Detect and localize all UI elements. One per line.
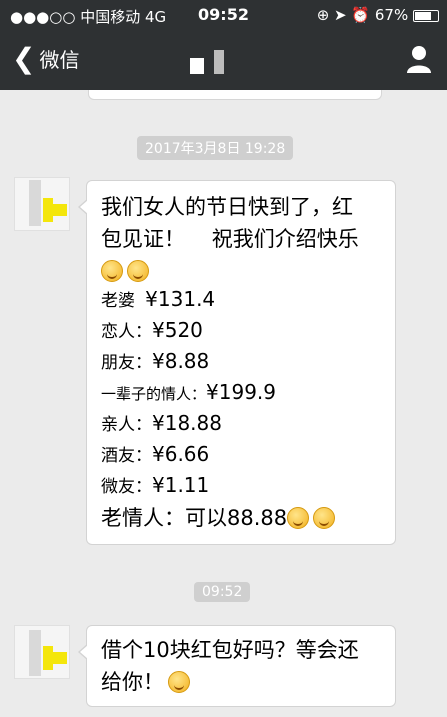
chevron-left-icon: ❮ <box>12 41 36 75</box>
list-item: 亲人： ¥18.88 <box>101 411 222 435</box>
list-item: 恋人： ¥520 <box>101 318 203 342</box>
previous-message-bubble <box>88 90 382 100</box>
chat-title-redacted <box>190 50 224 79</box>
grin-emoji-icon <box>287 507 310 529</box>
location-icon: ➤ <box>334 6 347 24</box>
smile-emoji-icon <box>101 259 123 282</box>
list-item: 一辈子的情人： ¥199.9 <box>101 380 276 404</box>
closing-line: 老情人：可以88.88 <box>101 502 381 534</box>
alarm-icon: ⏰ <box>351 6 371 24</box>
message-text-line: 借个10块红包好吗？等会还 <box>101 638 359 662</box>
avatar[interactable] <box>14 625 70 679</box>
smile-emoji-icon <box>127 259 149 282</box>
status-right: ⊕ ➤ ⏰ 67% <box>317 6 439 24</box>
message-bubble[interactable]: 借个10块红包好吗？等会还 给你！ <box>78 625 396 707</box>
avatar[interactable] <box>14 177 70 231</box>
redaction-block <box>214 50 224 74</box>
nav-bar: ❮ 微信 <box>0 30 447 90</box>
message-text-line: 包见证！ 祝我们介绍快乐 <box>101 227 359 251</box>
redaction-block <box>190 58 204 74</box>
emoji-row <box>101 255 381 285</box>
battery-percent: 67% <box>374 6 409 24</box>
list-item: 微友： ¥1.11 <box>101 473 210 497</box>
kiss-emoji-icon <box>168 671 190 693</box>
list-item: 老婆 ¥131.4 <box>101 287 216 311</box>
message-text-line: 我们女人的节日快到了，红 <box>101 195 353 219</box>
back-button[interactable]: ❮ 微信 <box>12 44 79 73</box>
message-text-line: 给你！ <box>101 666 381 698</box>
person-icon[interactable] <box>405 44 433 74</box>
status-bar: ●●●○○ 中国移动 4G 09:52 ⊕ ➤ ⏰ 67% <box>0 0 447 30</box>
message-bubble[interactable]: 我们女人的节日快到了，红 包见证！ 祝我们介绍快乐 老婆 ¥131.4 恋人： ¥… <box>78 180 396 545</box>
list-item: 酒友： ¥6.66 <box>101 442 210 466</box>
battery-icon <box>413 9 439 22</box>
orientation-lock-icon: ⊕ <box>316 6 330 24</box>
back-label: 微信 <box>39 48 80 72</box>
timestamp: 2017年3月8日 19:28 <box>137 136 294 160</box>
list-item: 朋友： ¥8.88 <box>101 349 210 373</box>
grin-emoji-icon <box>313 507 336 529</box>
timestamp: 09:52 <box>194 582 251 602</box>
closing-text: 老情人：可以88.88 <box>101 506 288 530</box>
